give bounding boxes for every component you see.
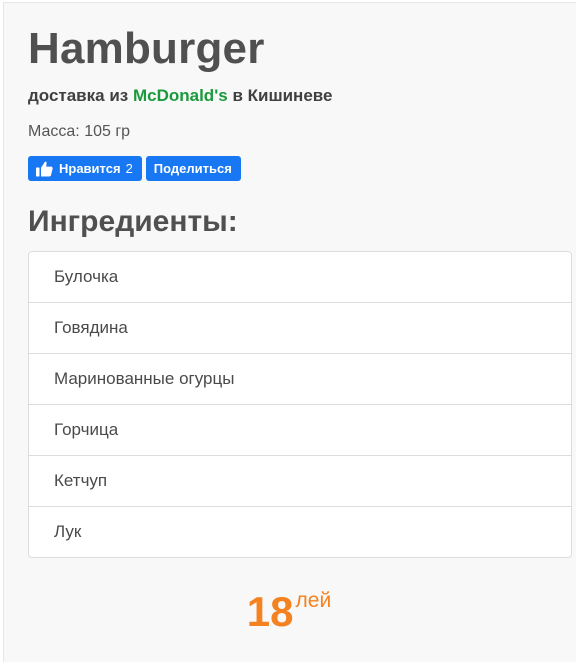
ingredient-item: Лук	[29, 506, 571, 557]
subtitle-prefix: доставка из	[28, 86, 129, 105]
ingredient-item: Булочка	[54, 267, 119, 286]
like-count: 2	[125, 161, 133, 176]
subtitle-suffix: в Кишиневе	[232, 86, 333, 105]
price-amount: 18	[246, 588, 294, 635]
share-label: Поделиться	[153, 161, 232, 176]
price: 18лей	[4, 587, 574, 637]
product-card: Hamburger доставка из McDonald's в Кишин…	[3, 2, 576, 662]
delivery-subtitle: доставка из McDonald's в Кишиневе	[28, 85, 332, 107]
product-weight: Масса: 105 гр	[28, 123, 131, 140]
ingredient-item: Горчица	[29, 404, 571, 455]
share-button[interactable]: Поделиться	[145, 156, 241, 181]
thumbs-up-icon	[36, 161, 53, 177]
ingredient-item: Кетчуп	[29, 455, 571, 506]
price-currency: лей	[295, 589, 332, 612]
like-label: Нравится	[59, 161, 121, 176]
ingredient-item: Маринованные огурцы	[29, 353, 571, 404]
ingredients-title: Ингредиенты:	[28, 205, 238, 238]
ingredient-item: Говядина	[29, 302, 571, 353]
ingredients-list: Булочка Говядина Маринованные огурцы Гор…	[28, 251, 572, 558]
brand-name: McDonald's	[132, 86, 228, 105]
like-button[interactable]: Нравится 2	[28, 156, 142, 181]
product-title: Hamburger	[28, 24, 265, 73]
social-buttons: Нравится 2 Поделиться	[28, 156, 241, 182]
